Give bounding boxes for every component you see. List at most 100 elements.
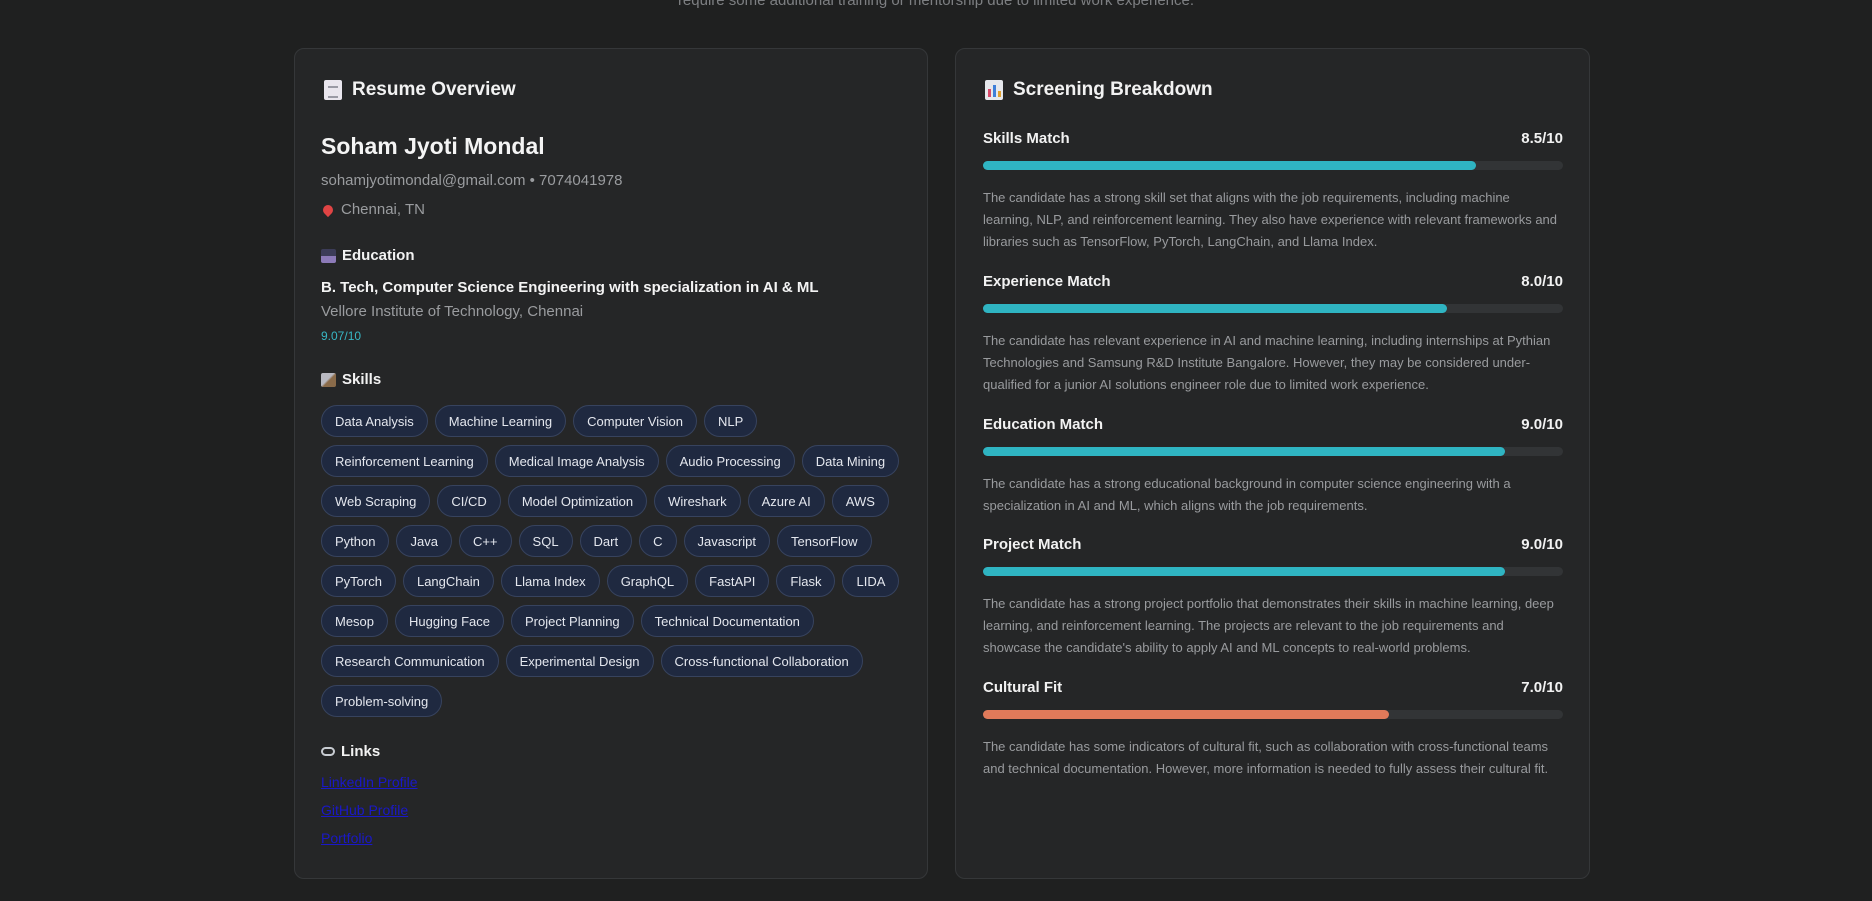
resume-overview-heading: Resume Overview [324,79,516,101]
metric-score: 8.5/10 [1521,130,1563,147]
skill-chip: Javascript [683,525,771,557]
skill-chip: Experimental Design [505,645,654,677]
metric-header: Project Match 9.0/10 [983,536,1563,556]
screening-breakdown-heading: Screening Breakdown [985,79,1213,101]
metric-header: Skills Match 8.5/10 [983,130,1563,150]
link-icon [321,747,335,756]
tools-icon [321,372,336,387]
skills-heading-label: Skills [342,371,382,388]
links-list: LinkedIn Profile GitHub Profile Portfoli… [321,773,418,847]
skill-chip: Research Communication [321,645,499,677]
metric-progress-fill [983,447,1505,456]
location-pin-icon [320,202,336,217]
portfolio-link[interactable]: Portfolio [321,829,418,847]
resume-overview-title: Resume Overview [352,79,516,100]
metric-header: Experience Match 8.0/10 [983,273,1563,293]
metric-score: 7.0/10 [1521,679,1563,696]
skill-chip: PyTorch [321,565,396,597]
screening-breakdown-title: Screening Breakdown [1013,79,1213,100]
skill-chip: LangChain [402,565,494,597]
skill-chip: Cross-functional Collaboration [660,645,863,677]
metric-experience-match: Experience Match 8.0/10 The candidate has … [983,273,1563,396]
metric-header: Education Match 9.0/10 [983,416,1563,436]
metric-progress-fill [983,567,1505,576]
links-heading-label: Links [341,743,381,760]
graduation-cap-icon [321,248,336,263]
skill-chip: Data Analysis [321,405,428,437]
skills-list: Data Analysis Machine Learning Computer Vi… [321,405,911,717]
skill-chip: C [639,525,677,557]
skill-chip: Technical Documentation [640,605,814,637]
metric-project-match: Project Match 9.0/10 The candidate has a s… [983,536,1563,659]
gpa-value: 9.07/10 [321,329,362,343]
summary-note: require some additional training or ment… [677,0,1195,9]
skill-chip: GraphQL [606,565,689,597]
skill-chip: Azure AI [747,485,825,517]
skill-chip: AWS [831,485,889,517]
metric-progress-fill [983,304,1447,313]
skill-chip: Computer Vision [573,405,697,437]
metric-progress-track [983,447,1563,456]
skill-chip: NLP [704,405,758,437]
metric-progress-track [983,304,1563,313]
metric-label: Skills Match [983,130,1070,147]
skill-chip: Audio Processing [665,445,795,477]
resume-overview-card: Resume Overview Soham Jyoti Mondal soham… [294,48,928,879]
skill-chip: TensorFlow [777,525,872,557]
candidate-contact: sohamjyotimondal@gmail.com • 7074041978 [321,172,623,189]
bar-chart-icon [985,80,1003,100]
linkedin-profile-link[interactable]: LinkedIn Profile [321,773,418,791]
metric-label: Experience Match [983,273,1111,290]
metric-progress-fill [983,710,1389,719]
skill-chip: Llama Index [500,565,600,597]
metric-cultural-fit: Cultural Fit 7.0/10 The candidate has some… [983,679,1563,780]
screening-breakdown-card: Screening Breakdown Skills Match 8.5/10 Th… [955,48,1590,879]
metric-education-match: Education Match 9.0/10 The candidate has a… [983,416,1563,517]
skill-chip: Project Planning [510,605,634,637]
skill-chip: Python [321,525,390,557]
skill-chip: LIDA [842,565,900,597]
skill-chip: Data Mining [801,445,900,477]
skill-chip: C++ [458,525,512,557]
skill-chip: Reinforcement Learning [321,445,488,477]
skill-chip: Java [396,525,452,557]
metric-skills-match: Skills Match 8.5/10 The candidate has a st… [983,130,1563,253]
metric-score: 9.0/10 [1521,536,1563,553]
skill-chip: Mesop [321,605,389,637]
metric-description: The candidate has a strong skill set tha… [983,190,1558,249]
candidate-name: Soham Jyoti Mondal [321,133,545,159]
metric-progress-track [983,161,1563,170]
skill-chip: SQL [518,525,573,557]
skill-chip: Model Optimization [507,485,648,517]
location-text: Chennai, TN [341,201,425,218]
skill-chip: Hugging Face [395,605,504,637]
skill-chip: Problem-solving [321,685,443,717]
metric-description: The candidate has a strong educational b… [983,476,1511,513]
education-heading-label: Education [342,247,415,264]
document-icon [324,80,342,100]
metric-label: Project Match [983,536,1082,553]
links-heading: Links [321,743,380,760]
skill-chip: Dart [579,525,633,557]
metric-score: 8.0/10 [1521,273,1563,290]
metric-label: Cultural Fit [983,679,1063,696]
skill-chip: Medical Image Analysis [494,445,659,477]
metric-description: The candidate has some indicators of cul… [983,739,1549,776]
skill-chip: Web Scraping [321,485,431,517]
metric-score: 9.0/10 [1521,416,1563,433]
skill-chip: Machine Learning [434,405,567,437]
skill-chip: Flask [776,565,836,597]
education-heading: Education [321,247,415,264]
github-profile-link[interactable]: GitHub Profile [321,801,418,819]
metric-description: The candidate has a strong project portf… [983,596,1554,655]
metric-progress-track [983,567,1563,576]
skills-heading: Skills [321,371,381,388]
metric-progress-fill [983,161,1476,170]
skill-chip: CI/CD [437,485,501,517]
school-name: Vellore Institute of Technology, Chennai [321,303,584,320]
skill-chip: Wireshark [654,485,741,517]
skill-chip: FastAPI [695,565,770,597]
candidate-location: Chennai, TN [320,201,425,218]
metric-header: Cultural Fit 7.0/10 [983,679,1563,699]
metric-description: The candidate has relevant experience in… [983,333,1551,392]
